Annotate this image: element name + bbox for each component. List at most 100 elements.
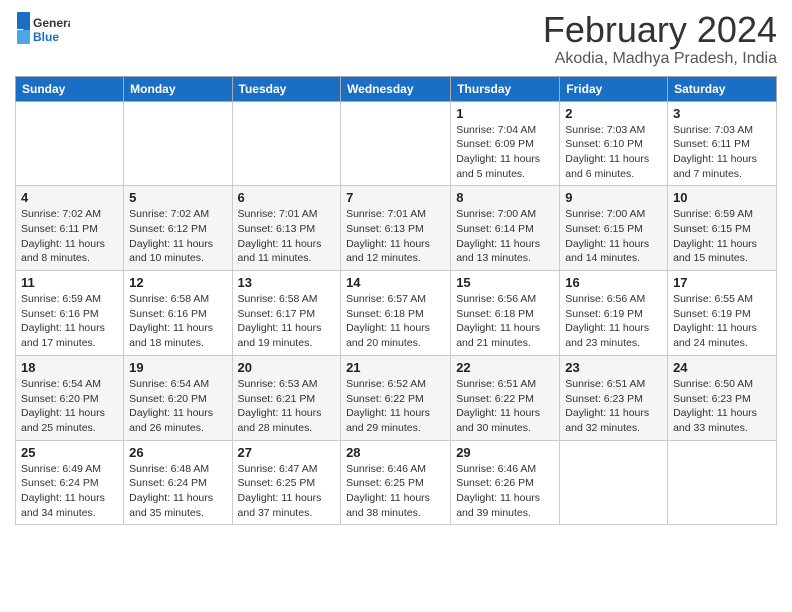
- calendar-cell: [560, 440, 668, 525]
- col-tuesday: Tuesday: [232, 76, 341, 101]
- calendar-cell: 4 Sunrise: 7:02 AM Sunset: 6:11 PM Daylig…: [16, 186, 124, 271]
- day-number: 26: [129, 445, 226, 460]
- day-info: Sunrise: 6:57 AM Sunset: 6:18 PM Dayligh…: [346, 292, 445, 351]
- logo: General Blue: [15, 10, 70, 48]
- day-number: 7: [346, 190, 445, 205]
- day-info: Sunrise: 6:59 AM Sunset: 6:16 PM Dayligh…: [21, 292, 118, 351]
- day-number: 22: [456, 360, 554, 375]
- header: General Blue February 2024 Akodia, Madhy…: [15, 10, 777, 68]
- day-info: Sunrise: 6:51 AM Sunset: 6:22 PM Dayligh…: [456, 377, 554, 436]
- day-info: Sunrise: 7:00 AM Sunset: 6:15 PM Dayligh…: [565, 207, 662, 266]
- day-info: Sunrise: 6:49 AM Sunset: 6:24 PM Dayligh…: [21, 462, 118, 521]
- calendar-week-3: 18 Sunrise: 6:54 AM Sunset: 6:20 PM Dayli…: [16, 355, 777, 440]
- day-number: 19: [129, 360, 226, 375]
- day-info: Sunrise: 6:52 AM Sunset: 6:22 PM Dayligh…: [346, 377, 445, 436]
- day-info: Sunrise: 7:01 AM Sunset: 6:13 PM Dayligh…: [238, 207, 336, 266]
- calendar-cell: 12 Sunrise: 6:58 AM Sunset: 6:16 PM Dayli…: [124, 271, 232, 356]
- day-info: Sunrise: 6:56 AM Sunset: 6:18 PM Dayligh…: [456, 292, 554, 351]
- day-info: Sunrise: 7:02 AM Sunset: 6:11 PM Dayligh…: [21, 207, 118, 266]
- day-info: Sunrise: 7:03 AM Sunset: 6:11 PM Dayligh…: [673, 123, 771, 182]
- day-info: Sunrise: 6:55 AM Sunset: 6:19 PM Dayligh…: [673, 292, 771, 351]
- day-number: 13: [238, 275, 336, 290]
- calendar-cell: [16, 101, 124, 186]
- calendar-cell: 25 Sunrise: 6:49 AM Sunset: 6:24 PM Dayli…: [16, 440, 124, 525]
- calendar-cell: 1 Sunrise: 7:04 AM Sunset: 6:09 PM Daylig…: [451, 101, 560, 186]
- day-info: Sunrise: 6:56 AM Sunset: 6:19 PM Dayligh…: [565, 292, 662, 351]
- day-info: Sunrise: 6:51 AM Sunset: 6:23 PM Dayligh…: [565, 377, 662, 436]
- calendar-header-row: Sunday Monday Tuesday Wednesday Thursday…: [16, 76, 777, 101]
- day-number: 27: [238, 445, 336, 460]
- day-number: 16: [565, 275, 662, 290]
- calendar-cell: 2Sunrise: 7:03 AM Sunset: 6:10 PM Daylig…: [560, 101, 668, 186]
- calendar-cell: 26 Sunrise: 6:48 AM Sunset: 6:24 PM Dayli…: [124, 440, 232, 525]
- day-info: Sunrise: 6:48 AM Sunset: 6:24 PM Dayligh…: [129, 462, 226, 521]
- calendar-cell: 29Sunrise: 6:46 AM Sunset: 6:26 PM Dayli…: [451, 440, 560, 525]
- day-number: 5: [129, 190, 226, 205]
- day-info: Sunrise: 7:03 AM Sunset: 6:10 PM Dayligh…: [565, 123, 662, 182]
- col-monday: Monday: [124, 76, 232, 101]
- calendar-cell: 19 Sunrise: 6:54 AM Sunset: 6:20 PM Dayli…: [124, 355, 232, 440]
- day-info: Sunrise: 7:04 AM Sunset: 6:09 PM Dayligh…: [456, 123, 554, 182]
- svg-text:General: General: [33, 16, 70, 30]
- day-info: Sunrise: 6:47 AM Sunset: 6:25 PM Dayligh…: [238, 462, 336, 521]
- calendar-cell: 15 Sunrise: 6:56 AM Sunset: 6:18 PM Dayli…: [451, 271, 560, 356]
- day-info: Sunrise: 6:54 AM Sunset: 6:20 PM Dayligh…: [21, 377, 118, 436]
- day-number: 12: [129, 275, 226, 290]
- calendar-cell: [668, 440, 777, 525]
- title-area: February 2024 Akodia, Madhya Pradesh, In…: [543, 10, 777, 68]
- location-title: Akodia, Madhya Pradesh, India: [543, 50, 777, 68]
- col-thursday: Thursday: [451, 76, 560, 101]
- day-number: 25: [21, 445, 118, 460]
- day-number: 29: [456, 445, 554, 460]
- calendar-cell: 21 Sunrise: 6:52 AM Sunset: 6:22 PM Dayli…: [341, 355, 451, 440]
- calendar-cell: 16 Sunrise: 6:56 AM Sunset: 6:19 PM Dayli…: [560, 271, 668, 356]
- day-info: Sunrise: 6:50 AM Sunset: 6:23 PM Dayligh…: [673, 377, 771, 436]
- calendar-cell: 20 Sunrise: 6:53 AM Sunset: 6:21 PM Dayli…: [232, 355, 341, 440]
- day-info: Sunrise: 7:02 AM Sunset: 6:12 PM Dayligh…: [129, 207, 226, 266]
- day-info: Sunrise: 6:58 AM Sunset: 6:16 PM Dayligh…: [129, 292, 226, 351]
- day-number: 6: [238, 190, 336, 205]
- col-wednesday: Wednesday: [341, 76, 451, 101]
- calendar-cell: 6 Sunrise: 7:01 AM Sunset: 6:13 PM Daylig…: [232, 186, 341, 271]
- day-info: Sunrise: 6:58 AM Sunset: 6:17 PM Dayligh…: [238, 292, 336, 351]
- calendar-cell: 27 Sunrise: 6:47 AM Sunset: 6:25 PM Dayli…: [232, 440, 341, 525]
- calendar-cell: 5 Sunrise: 7:02 AM Sunset: 6:12 PM Daylig…: [124, 186, 232, 271]
- calendar-cell: [124, 101, 232, 186]
- calendar-cell: [341, 101, 451, 186]
- day-number: 11: [21, 275, 118, 290]
- day-number: 21: [346, 360, 445, 375]
- calendar-cell: 3 Sunrise: 7:03 AM Sunset: 6:11 PM Daylig…: [668, 101, 777, 186]
- day-number: 15: [456, 275, 554, 290]
- calendar-week-1: 4 Sunrise: 7:02 AM Sunset: 6:11 PM Daylig…: [16, 186, 777, 271]
- calendar-week-4: 25 Sunrise: 6:49 AM Sunset: 6:24 PM Dayli…: [16, 440, 777, 525]
- calendar-cell: 7 Sunrise: 7:01 AM Sunset: 6:13 PM Daylig…: [341, 186, 451, 271]
- calendar-cell: 8Sunrise: 7:00 AM Sunset: 6:14 PM Daylig…: [451, 186, 560, 271]
- calendar-cell: 18 Sunrise: 6:54 AM Sunset: 6:20 PM Dayli…: [16, 355, 124, 440]
- day-info: Sunrise: 6:53 AM Sunset: 6:21 PM Dayligh…: [238, 377, 336, 436]
- day-number: 17: [673, 275, 771, 290]
- day-number: 18: [21, 360, 118, 375]
- calendar-cell: 23Sunrise: 6:51 AM Sunset: 6:23 PM Dayli…: [560, 355, 668, 440]
- day-number: 4: [21, 190, 118, 205]
- day-number: 3: [673, 106, 771, 121]
- calendar-cell: [232, 101, 341, 186]
- col-sunday: Sunday: [16, 76, 124, 101]
- calendar-week-2: 11 Sunrise: 6:59 AM Sunset: 6:16 PM Dayli…: [16, 271, 777, 356]
- calendar-cell: 11 Sunrise: 6:59 AM Sunset: 6:16 PM Dayli…: [16, 271, 124, 356]
- calendar-cell: 17 Sunrise: 6:55 AM Sunset: 6:19 PM Dayli…: [668, 271, 777, 356]
- calendar-cell: 9 Sunrise: 7:00 AM Sunset: 6:15 PM Daylig…: [560, 186, 668, 271]
- calendar-week-0: 1 Sunrise: 7:04 AM Sunset: 6:09 PM Daylig…: [16, 101, 777, 186]
- calendar-cell: 24 Sunrise: 6:50 AM Sunset: 6:23 PM Dayli…: [668, 355, 777, 440]
- day-number: 9: [565, 190, 662, 205]
- svg-text:Blue: Blue: [33, 30, 59, 44]
- day-info: Sunrise: 6:54 AM Sunset: 6:20 PM Dayligh…: [129, 377, 226, 436]
- day-info: Sunrise: 6:46 AM Sunset: 6:25 PM Dayligh…: [346, 462, 445, 521]
- day-number: 1: [456, 106, 554, 121]
- day-number: 20: [238, 360, 336, 375]
- calendar: Sunday Monday Tuesday Wednesday Thursday…: [15, 76, 777, 526]
- calendar-cell: 13 Sunrise: 6:58 AM Sunset: 6:17 PM Dayli…: [232, 271, 341, 356]
- calendar-cell: 28Sunrise: 6:46 AM Sunset: 6:25 PM Dayli…: [341, 440, 451, 525]
- day-number: 24: [673, 360, 771, 375]
- day-info: Sunrise: 7:01 AM Sunset: 6:13 PM Dayligh…: [346, 207, 445, 266]
- month-title: February 2024: [543, 10, 777, 50]
